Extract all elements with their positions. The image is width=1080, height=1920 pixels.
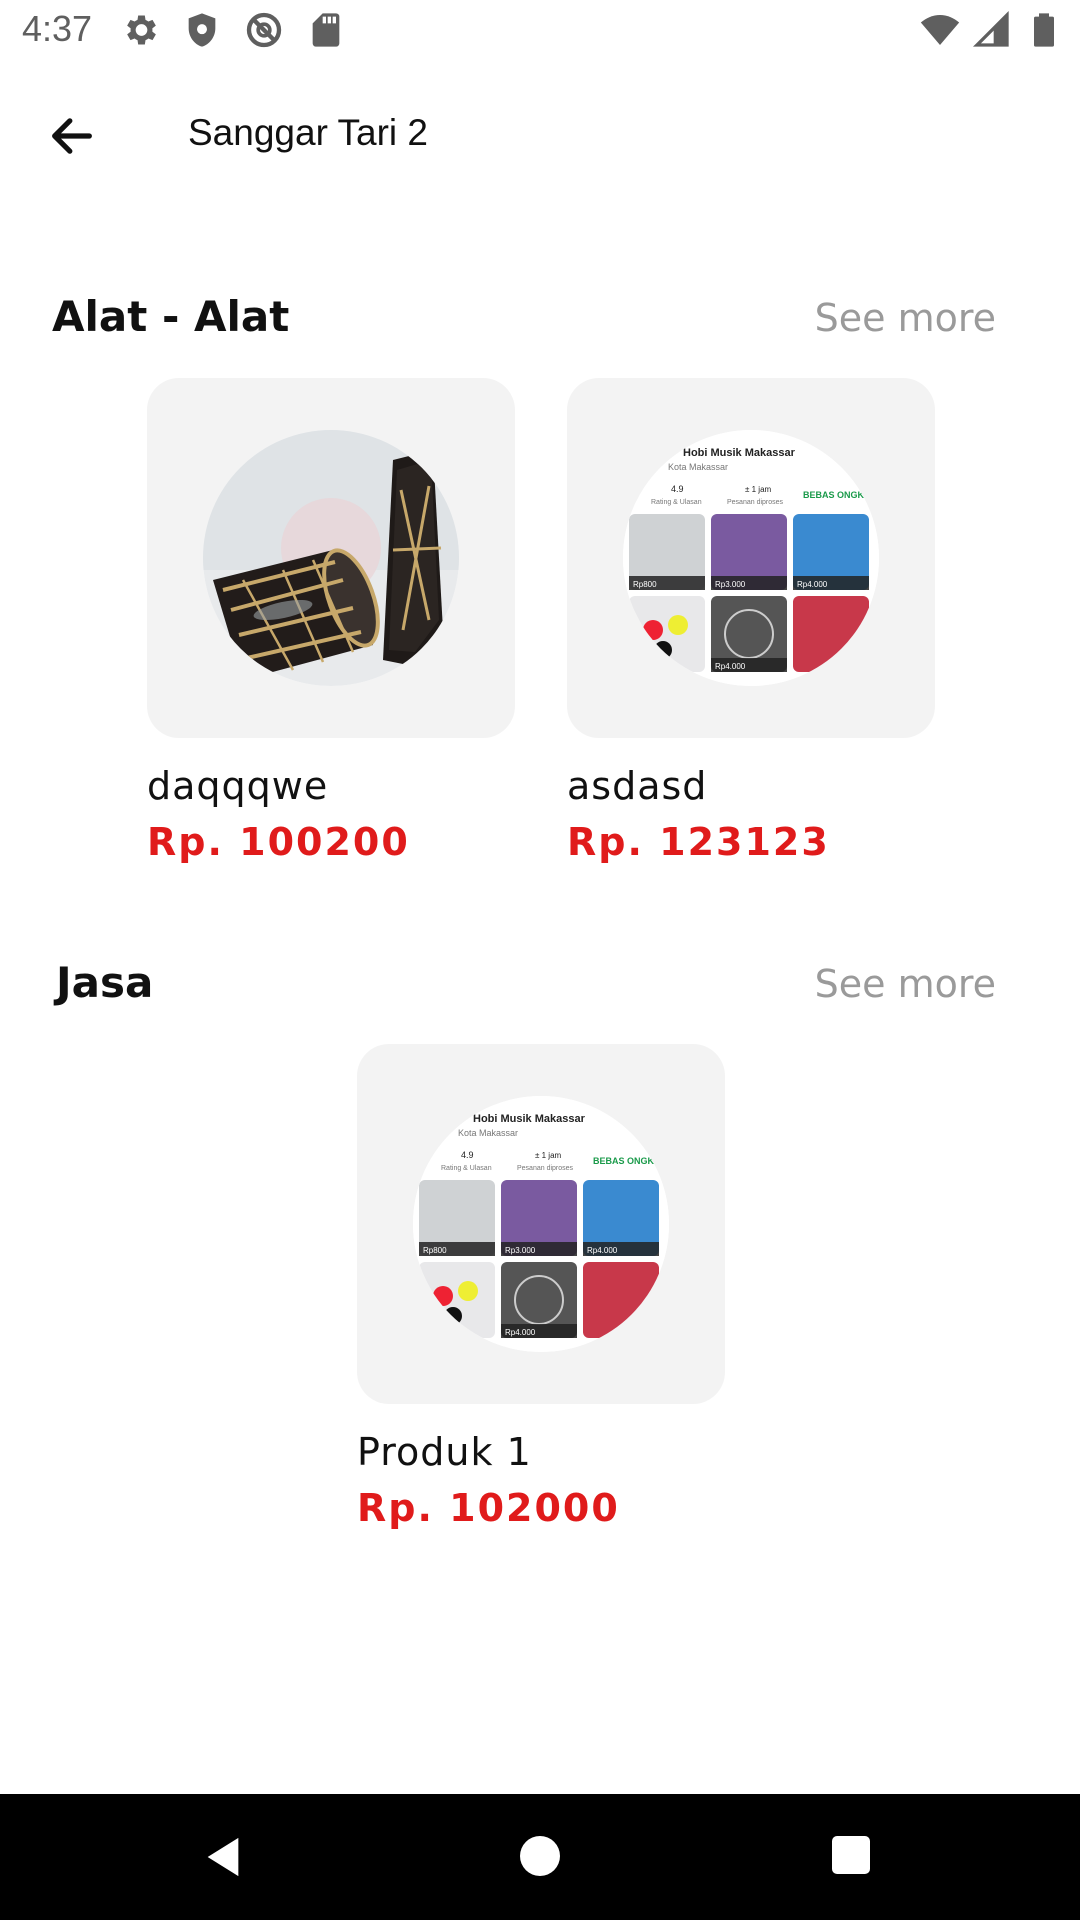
tile-price: Rp3.000 — [505, 1246, 536, 1255]
product-price: Rp. 100200 — [147, 820, 410, 864]
sd-card-icon — [312, 13, 340, 47]
shop-collage-image-icon: Hobi Musik Makassar Kota Makassar 4.9 Ra… — [413, 1096, 669, 1352]
status-time: 4:37 — [22, 8, 93, 49]
back-button[interactable] — [38, 102, 106, 170]
shop-rating-label: Rating & Ulasan — [651, 499, 702, 506]
product-image[interactable] — [147, 378, 515, 738]
section-title: Alat - Alat — [52, 292, 290, 341]
tile-price: Rp4.000 — [715, 662, 746, 671]
shop-collage: Hobi Musik Makassar Kota Makassar 4.9 Ra… — [413, 1096, 669, 1352]
tile-price: Rp4.000 — [505, 1328, 536, 1337]
tile-price: Rp4.000 — [797, 580, 828, 589]
section-header: Alat - Alat See more — [0, 292, 1080, 362]
shop-collage: Hobi Musik Makassar Kota Makassar 4.9 Ra… — [623, 430, 879, 686]
arrow-left-icon — [52, 118, 92, 154]
product-name: asdasd — [567, 764, 708, 808]
shop-name: Hobi Musik Makassar — [683, 447, 796, 459]
app-bar: Sanggar Tari 2 — [0, 80, 1080, 192]
wifi-icon — [920, 15, 960, 45]
shop-city: Kota Makassar — [668, 462, 728, 472]
battery-icon — [1034, 13, 1054, 47]
shop-rating: 4.9 — [671, 484, 684, 494]
nav-back-icon[interactable] — [200, 1834, 246, 1880]
shop-rating: 4.9 — [461, 1150, 474, 1160]
drum-photo — [203, 430, 459, 686]
product-image[interactable]: Hobi Musik Makassar Kota Makassar 4.9 Ra… — [567, 378, 935, 738]
product-price: Rp. 102000 — [357, 1486, 620, 1530]
tile-price: Rp800 — [633, 580, 657, 589]
see-more-link[interactable]: See more — [815, 962, 996, 1006]
product-card[interactable]: daqqqwe Rp. 100200 — [147, 378, 515, 864]
tile-price: Rp3.000 — [715, 580, 746, 589]
shop-city: Kota Makassar — [458, 1128, 518, 1138]
shop-process-time: ± 1 jam — [745, 485, 772, 494]
status-bar: 4:37 — [0, 0, 1080, 64]
product-image[interactable]: Hobi Musik Makassar Kota Makassar 4.9 Ra… — [357, 1044, 725, 1404]
shop-rating-label: Rating & Ulasan — [441, 1165, 492, 1172]
product-name: Produk 1 — [357, 1430, 532, 1474]
settings-icon — [127, 15, 156, 45]
product-card[interactable]: Hobi Musik Makassar Kota Makassar 4.9 Ra… — [357, 1044, 725, 1530]
section-title: Jasa — [56, 958, 154, 1007]
product-card[interactable]: Hobi Musik Makassar Kota Makassar 4.9 Ra… — [567, 378, 935, 864]
shield-icon — [188, 13, 216, 47]
shop-name: Hobi Musik Makassar — [473, 1113, 586, 1125]
tile-price: Rp800 — [423, 1246, 447, 1255]
shop-process-time: ± 1 jam — [535, 1151, 562, 1160]
product-price: Rp. 123123 — [567, 820, 830, 864]
shop-process-label: Pesanan diproses — [517, 1165, 574, 1172]
nav-home-icon[interactable] — [520, 1836, 560, 1876]
shop-process-label: Pesanan diproses — [727, 499, 784, 506]
shop-badge: BEBAS ONGKIR — [803, 490, 874, 500]
no-sync-icon — [246, 12, 282, 48]
page-title: Sanggar Tari 2 — [188, 112, 428, 153]
tile-price: Rp4.000 — [587, 1246, 618, 1255]
section-header: Jasa See more — [0, 958, 1080, 1028]
nav-recents-icon[interactable] — [832, 1836, 870, 1874]
system-nav-bar — [0, 1794, 1080, 1920]
drum-image-icon — [203, 430, 459, 686]
shop-collage-image-icon: Hobi Musik Makassar Kota Makassar 4.9 Ra… — [623, 430, 879, 686]
see-more-link[interactable]: See more — [815, 296, 996, 340]
cellular-signal-icon — [972, 10, 1009, 47]
product-name: daqqqwe — [147, 764, 329, 808]
shop-badge: BEBAS ONGKIR — [593, 1156, 664, 1166]
